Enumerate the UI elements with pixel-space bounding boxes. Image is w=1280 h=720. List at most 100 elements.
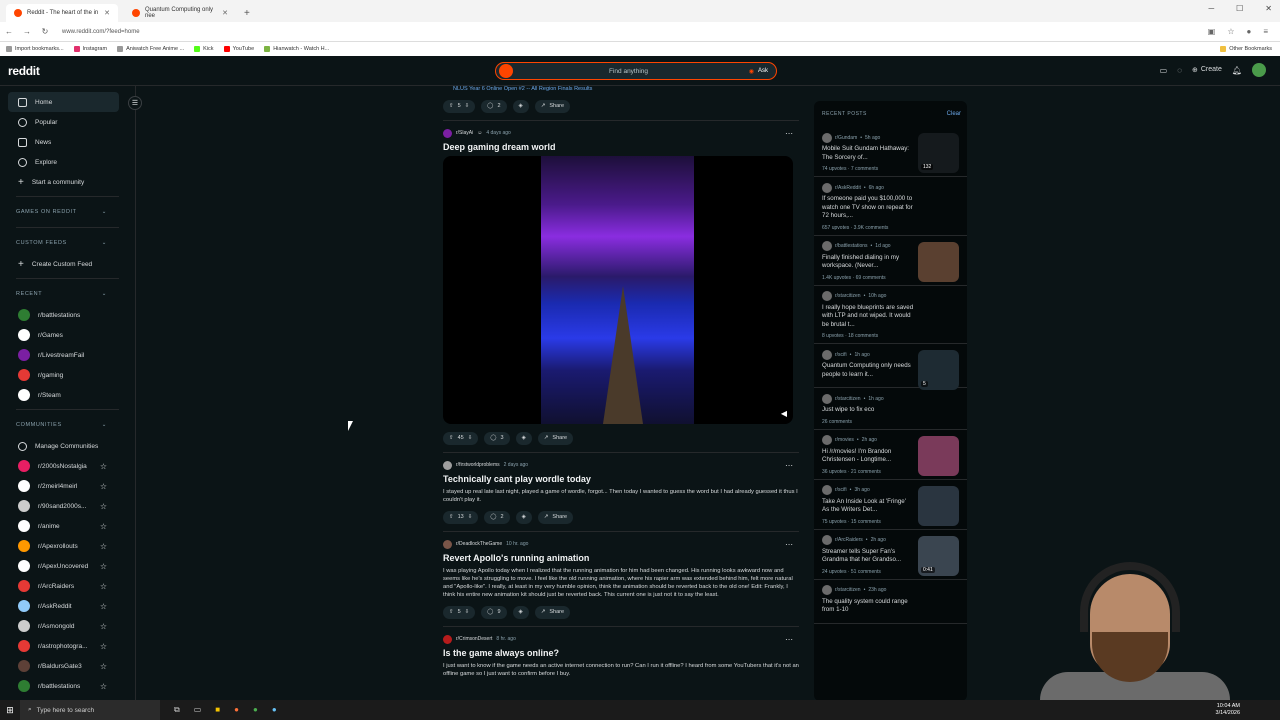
sidebar-item-subreddit[interactable]: r/Games <box>0 325 135 345</box>
subreddit-name[interactable]: r/DeadlockTheGame <box>456 541 502 547</box>
subreddit-name[interactable]: r/firstworldproblems <box>456 462 500 468</box>
favorite-star-icon[interactable]: ☆ <box>100 542 107 551</box>
sidebar-item-subreddit[interactable]: r/2meirl4meirl ☆ <box>0 476 135 496</box>
sidebar-item-subreddit[interactable]: r/battlestations ☆ <box>0 676 135 696</box>
maximize-icon[interactable]: ☐ <box>1236 4 1243 13</box>
sidebar-item-subreddit[interactable]: r/astrophotogra... ☆ <box>0 636 135 656</box>
subreddit-name[interactable]: r/SlayAi <box>456 130 473 136</box>
post-title[interactable]: Revert Apollo's running animation <box>443 553 799 563</box>
other-bookmarks[interactable]: Other Bookmarks <box>1220 46 1272 52</box>
browser-app-icon[interactable]: ● <box>234 705 239 715</box>
user-avatar[interactable] <box>1252 63 1266 77</box>
favorite-star-icon[interactable]: ☆ <box>100 562 107 571</box>
sidebar-item-subreddit[interactable]: r/Apexrollouts ☆ <box>0 536 135 556</box>
recent-post-item[interactable]: r/AskReddit • 6h ago If someone paid you $1… <box>814 177 967 236</box>
sidebar-item-subreddit[interactable]: r/ApexUncovered ☆ <box>0 556 135 576</box>
post-title[interactable]: Deep gaming dream world <box>443 142 799 152</box>
recent-post-title[interactable]: Mobile Suit Gundam Hathaway: The Sorcery… <box>822 145 914 162</box>
post-video[interactable]: ◀︎ <box>443 156 793 424</box>
vote-control[interactable]: ⇧ 45 ⇩ <box>443 431 479 445</box>
recent-post-sub[interactable]: r/battlestations <box>835 243 868 249</box>
award-button[interactable]: ◈ <box>512 99 529 113</box>
sidebar-item-subreddit[interactable]: r/anime ☆ <box>0 516 135 536</box>
sidebar-item-subreddit[interactable]: r/gaming <box>0 365 135 385</box>
recent-post-title[interactable]: Take An Inside Look at 'Fringe' As the W… <box>822 498 914 515</box>
vote-control[interactable]: ⇧ 5 ⇩ <box>443 605 476 619</box>
comments-button[interactable]: ◯ 2 <box>481 99 507 113</box>
bookmark-item[interactable]: Import bookmarks... <box>6 46 64 52</box>
recent-post-thumbnail[interactable]: 5 <box>918 350 959 390</box>
post-link[interactable]: NLUS Year 6 Online Open #2 -- All Region… <box>453 86 799 92</box>
more-options-icon[interactable]: ⋯ <box>785 461 793 470</box>
reddit-logo[interactable]: reddit <box>8 64 40 78</box>
favorite-star-icon[interactable]: ☆ <box>100 482 107 491</box>
reload-icon[interactable]: ↻ <box>36 27 54 36</box>
recent-post-item[interactable]: r/starcitizen • 1h ago Just wipe to fix eco… <box>814 388 967 430</box>
advertise-icon[interactable]: ▭ <box>1160 66 1168 75</box>
notifications-icon[interactable]: 🔔︎ <box>1232 66 1242 75</box>
recent-post-item[interactable]: r/Gundam • 5h ago Mobile Suit Gundam Hathaw… <box>814 127 967 177</box>
favorite-star-icon[interactable]: ☆ <box>100 682 107 691</box>
taskbar-search[interactable]: ⌕ Type here to search <box>20 700 160 720</box>
sticky-app-icon[interactable]: ■ <box>215 705 220 715</box>
recent-post-item[interactable]: r/scifi • 3h ago Take An Inside Look at 'Fr… <box>814 480 967 530</box>
recent-post-title[interactable]: Hi /r/movies! I'm Brandon Christensen - … <box>822 448 914 465</box>
recent-post-title[interactable]: I really hope blueprints are saved with … <box>822 304 914 330</box>
favorite-star-icon[interactable]: ☆ <box>100 642 107 651</box>
recent-post-sub[interactable]: r/movies <box>835 437 854 443</box>
more-options-icon[interactable]: ⋯ <box>785 129 793 138</box>
recent-post-sub[interactable]: r/scifi <box>835 352 847 358</box>
extensions-icon[interactable]: ▣ <box>1208 27 1216 36</box>
tab-reddit[interactable]: Reddit - The heart of the in ✕ <box>6 4 118 22</box>
favorite-star-icon[interactable]: ☆ <box>100 522 107 531</box>
vote-control[interactable]: ⇧ 5 ⇩ <box>443 99 476 113</box>
sidebar-item-subreddit[interactable]: r/Asmongold ☆ <box>0 616 135 636</box>
award-button[interactable]: ◈ <box>515 510 532 524</box>
ask-button[interactable]: ◉ Ask <box>749 68 768 75</box>
sidebar-item-home[interactable]: Home <box>8 92 119 112</box>
bookmark-star-icon[interactable]: ☆ <box>1227 27 1234 36</box>
windows-start-icon[interactable]: ⊞ <box>0 705 20 716</box>
forward-icon[interactable]: → <box>18 27 36 36</box>
share-button[interactable]: ↗ Share <box>537 431 574 445</box>
back-icon[interactable]: ← <box>0 27 18 36</box>
post-title[interactable]: Technically cant play wordle today <box>443 474 799 484</box>
sidebar-item-subreddit[interactable]: r/Steam <box>0 385 135 405</box>
recent-post-sub[interactable]: r/AskReddit <box>835 185 861 191</box>
manage-communities[interactable]: Manage Communities <box>0 436 135 456</box>
recent-post-sub[interactable]: r/scifi <box>835 487 847 493</box>
menu-icon[interactable]: ≡ <box>1263 27 1268 36</box>
clear-button[interactable]: Clear <box>947 111 961 117</box>
sidebar-item-explore[interactable]: Explore <box>0 152 135 172</box>
share-button[interactable]: ↗ Share <box>534 605 571 619</box>
recent-section-header[interactable]: RECENT ⌄ <box>0 283 135 305</box>
sidebar-item-subreddit[interactable]: r/LivestreamFail <box>0 345 135 365</box>
sidebar-item-subreddit[interactable]: r/BaldursGate3 ☆ <box>0 656 135 676</box>
collapse-sidebar-button[interactable]: ☰ <box>128 96 142 110</box>
mute-icon[interactable]: ◀︎ <box>781 409 787 418</box>
recent-post-sub[interactable]: r/ArcRaiders <box>835 537 863 543</box>
share-button[interactable]: ↗ Share <box>534 99 571 113</box>
recent-post-title[interactable]: Quantum Computing only needs people to l… <box>822 362 914 379</box>
close-tab-icon[interactable]: ✕ <box>104 9 110 17</box>
downvote-icon[interactable]: ⇩ <box>465 609 470 615</box>
bookmark-item[interactable]: Instagram <box>73 46 107 52</box>
bookmark-item[interactable]: YouTube <box>223 46 254 52</box>
favorite-star-icon[interactable]: ☆ <box>100 662 107 671</box>
recent-post-thumbnail[interactable] <box>918 485 959 526</box>
recent-post-item[interactable]: r/battlestations • 1d ago Finally finished … <box>814 236 967 286</box>
steam-icon[interactable]: ● <box>272 705 277 715</box>
recent-post-item[interactable]: r/starcitizen • 10h ago I really hope bluep… <box>814 286 967 344</box>
sidebar-item-subreddit[interactable]: r/2000sNostalgia ☆ <box>0 456 135 476</box>
share-button[interactable]: ↗ Share <box>537 510 574 524</box>
downvote-icon[interactable]: ⇩ <box>468 435 473 441</box>
bookmark-item[interactable]: Aniwatch Free Anime ... <box>117 46 184 52</box>
recent-post-thumbnail[interactable]: 132 <box>918 133 959 173</box>
sidebar-item-subreddit[interactable]: r/90sand2000s... ☆ <box>0 496 135 516</box>
recent-post-title[interactable]: If someone paid you $100,000 to watch on… <box>822 195 914 221</box>
award-button[interactable]: ◈ <box>515 431 532 445</box>
sidebar-item-subreddit[interactable]: r/AskReddit ☆ <box>0 596 135 616</box>
favorite-star-icon[interactable]: ☆ <box>100 602 107 611</box>
recent-post-sub[interactable]: r/starcitizen <box>835 293 861 299</box>
post-title[interactable]: Is the game always online? <box>443 648 799 658</box>
